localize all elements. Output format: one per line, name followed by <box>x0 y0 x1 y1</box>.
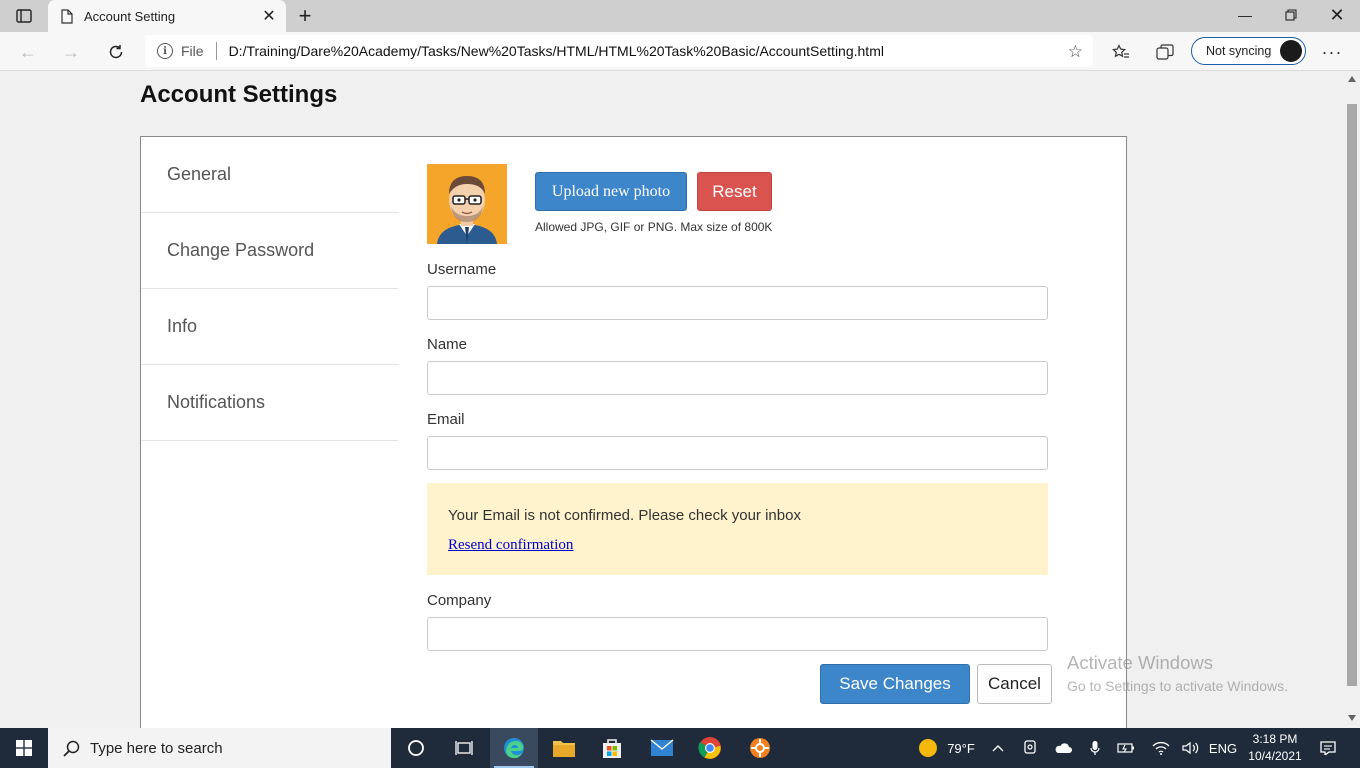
url-text[interactable]: D:/Training/Dare%20Academy/Tasks/New%20T… <box>229 43 884 59</box>
alert-text: Your Email is not confirmed. Please chec… <box>448 507 801 524</box>
sidebar-item-change-password[interactable]: Change Password <box>141 213 398 289</box>
clock-time: 3:18 PM <box>1252 732 1298 746</box>
username-label: Username <box>427 261 497 278</box>
company-label: Company <box>427 592 492 609</box>
volume-icon[interactable] <box>1180 728 1202 768</box>
activate-windows-watermark: Activate Windows Go to Settings to activ… <box>1067 652 1288 694</box>
weather-temp: 79°F <box>947 740 975 756</box>
watermark-title: Activate Windows <box>1067 652 1213 673</box>
onedrive-icon[interactable] <box>1052 728 1074 768</box>
photo-hint: Allowed JPG, GIF or PNG. Max size of 800… <box>535 220 773 234</box>
tab-title: Account Setting <box>84 8 176 24</box>
battery-icon[interactable] <box>1116 728 1136 768</box>
meet-now-icon[interactable] <box>1020 728 1040 768</box>
browser-tab[interactable]: Account Setting ✕ <box>48 0 286 32</box>
sun-icon <box>919 739 938 757</box>
username-input[interactable] <box>427 286 1048 320</box>
edge-app-icon[interactable] <box>490 728 538 768</box>
page-title: Account Settings <box>140 81 338 108</box>
reset-photo-button[interactable]: Reset <box>697 172 772 211</box>
minimize-icon[interactable]: — <box>1222 0 1268 30</box>
email-alert: Your Email is not confirmed. Please chec… <box>427 483 1048 575</box>
language-indicator[interactable]: ENG <box>1208 728 1238 768</box>
weather-widget[interactable]: 79°F <box>912 728 982 768</box>
browser-tab-strip: Account Setting ✕ + — ✕ <box>0 0 1360 32</box>
email-label: Email <box>427 411 465 428</box>
mail-icon[interactable] <box>638 728 686 768</box>
close-tab-icon[interactable]: ✕ <box>256 3 282 29</box>
vertical-scrollbar[interactable] <box>1344 71 1360 728</box>
sidebar-item-notifications[interactable]: Notifications <box>141 365 398 441</box>
sidebar-item-info[interactable]: Info <box>141 289 398 365</box>
page-viewport: Account Settings General Change Password… <box>0 71 1344 728</box>
microphone-icon[interactable] <box>1085 728 1105 768</box>
name-label: Name <box>427 336 468 353</box>
save-changes-button[interactable]: Save Changes <box>820 664 970 704</box>
scroll-up-icon[interactable] <box>1348 76 1356 82</box>
store-icon[interactable] <box>588 728 636 768</box>
cancel-button[interactable]: Cancel <box>977 664 1052 704</box>
task-view-icon[interactable] <box>440 728 488 768</box>
favorites-icon[interactable] <box>1109 40 1133 64</box>
new-tab-icon[interactable]: + <box>293 3 317 28</box>
page-icon <box>59 7 75 25</box>
windows-taskbar: Type here to search 79°F ENG 3:18 PM 10/… <box>0 728 1360 768</box>
snipping-app-icon[interactable] <box>736 728 784 768</box>
address-bar[interactable]: i File D:/Training/Dare%20Academy/Tasks/… <box>145 35 1093 67</box>
profile-avatar <box>1280 40 1302 62</box>
back-icon[interactable]: ← <box>14 38 42 66</box>
add-favorite-icon[interactable]: ☆ <box>1068 42 1083 62</box>
settings-card: General Change Password Info Notificatio… <box>140 136 1127 728</box>
tab-actions-icon[interactable] <box>10 6 38 26</box>
browser-toolbar: ← → i File D:/Training/Dare%20Academy/Ta… <box>0 32 1360 71</box>
site-info-icon[interactable]: i <box>157 43 173 59</box>
file-explorer-icon[interactable] <box>540 728 588 768</box>
scrollbar-thumb[interactable] <box>1347 104 1357 686</box>
cortana-icon[interactable] <box>392 728 440 768</box>
windows-start-icon[interactable] <box>0 728 48 768</box>
resend-confirmation-link[interactable]: Resend confirmation <box>448 537 573 554</box>
name-input[interactable] <box>427 361 1048 395</box>
clock-date: 10/4/2021 <box>1248 749 1302 763</box>
chrome-icon[interactable] <box>686 728 734 768</box>
wifi-icon[interactable] <box>1150 728 1172 768</box>
refresh-icon[interactable] <box>102 38 130 66</box>
system-clock[interactable]: 3:18 PM 10/4/2021 <box>1244 731 1306 765</box>
sync-status-button[interactable]: Not syncing <box>1191 37 1306 65</box>
more-options-icon[interactable]: ··· <box>1320 38 1344 66</box>
profile-photo <box>427 164 507 244</box>
collections-icon[interactable] <box>1153 40 1177 64</box>
email-input[interactable] <box>427 436 1048 470</box>
notifications-icon[interactable] <box>1316 728 1340 768</box>
sidebar-item-general[interactable]: General <box>141 137 398 213</box>
scroll-down-icon[interactable] <box>1348 715 1356 721</box>
restore-icon[interactable] <box>1268 0 1314 30</box>
url-scheme: File <box>181 43 204 59</box>
upload-photo-button[interactable]: Upload new photo <box>535 172 687 211</box>
watermark-subtitle: Go to Settings to activate Windows. <box>1067 678 1288 694</box>
company-input[interactable] <box>427 617 1048 651</box>
sync-label: Not syncing <box>1206 44 1272 58</box>
settings-sidebar: General Change Password Info Notificatio… <box>141 137 398 441</box>
search-icon <box>62 739 80 757</box>
close-window-icon[interactable]: ✕ <box>1314 0 1360 30</box>
forward-icon[interactable]: → <box>57 38 85 66</box>
url-separator <box>215 42 217 60</box>
taskbar-search[interactable]: Type here to search <box>48 728 391 768</box>
show-hidden-icons-icon[interactable] <box>988 728 1008 768</box>
search-placeholder: Type here to search <box>90 739 223 757</box>
